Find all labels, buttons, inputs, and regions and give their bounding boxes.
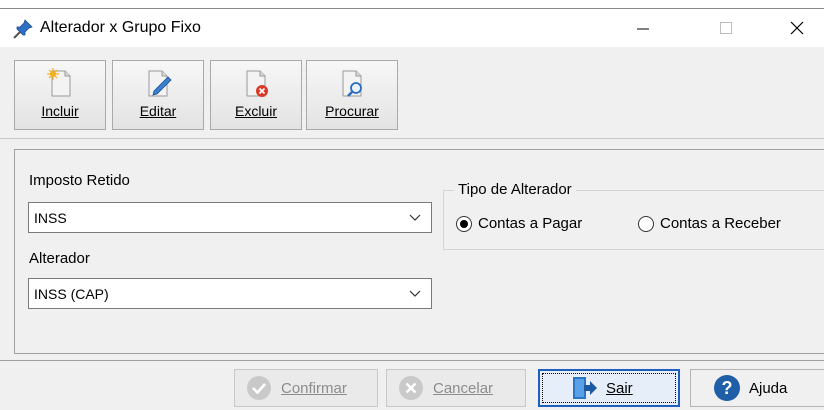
radio-contas-a-pagar-label: Contas a Pagar [478,215,583,232]
minimize-icon [637,28,649,30]
new-document-icon [47,68,71,97]
svg-text:?: ? [722,378,733,398]
window-title: Alterador x Grupo Fixo [40,19,201,36]
excluir-label: Excluir [234,103,277,119]
radio-contas-a-receber-label: Contas a Receber [660,215,781,232]
cancel-circle-icon [399,376,423,400]
tipo-alterador-legend: Tipo de Alterador [454,181,576,198]
check-circle-icon [247,376,271,400]
radio-contas-a-receber[interactable]: Contas a Receber [638,215,781,232]
excluir-button[interactable]: Excluir [210,60,302,130]
title-bar: Alterador x Grupo Fixo [0,9,824,47]
cancelar-label: Cancelar [433,379,494,397]
ajuda-label: Ajuda [749,379,788,397]
alterador-value: INSS (CAP) [34,285,109,302]
radio-contas-a-pagar[interactable]: Contas a Pagar [456,215,582,232]
ajuda-button[interactable]: ? Ajuda [690,369,824,407]
incluir-button[interactable]: Incluir [14,60,106,130]
edit-document-icon [148,70,172,97]
tipo-alterador-group: Tipo de Alterador Contas a Pagar Contas … [443,181,824,250]
confirmar-button[interactable]: Confirmar [234,369,378,407]
close-icon [790,21,804,35]
alterador-select[interactable]: INSS (CAP) [28,278,432,309]
search-document-icon [342,70,362,97]
editar-button[interactable]: Editar [112,60,204,130]
procurar-button[interactable]: Procurar [306,60,398,130]
chevron-down-icon [409,214,421,221]
sair-button[interactable]: Sair [538,369,680,407]
chevron-down-icon [409,290,421,297]
app-window: Alterador x Grupo Fixo Incluir Editar Ex… [0,8,824,410]
help-icon: ? [714,375,740,401]
procurar-label: Procurar [325,103,379,119]
imposto-retido-select[interactable]: INSS [28,202,432,233]
close-button[interactable] [774,9,820,47]
minimize-button[interactable] [620,9,666,47]
incluir-label: Incluir [41,103,79,119]
alterador-label: Alterador [29,250,90,267]
radio-unselected-icon [638,215,654,232]
radio-selected-icon [456,215,472,232]
toolbar: Incluir Editar Excluir Procurar [0,47,824,139]
imposto-retido-label: Imposto Retido [29,172,130,189]
pushpin-icon [13,19,33,39]
maximize-icon [720,22,732,34]
maximize-button[interactable] [703,9,749,47]
confirmar-label: Confirmar [281,379,347,397]
editar-label: Editar [139,103,177,119]
form-panel: Imposto Retido INSS Alterador INSS (CAP)… [14,149,824,354]
cancelar-button[interactable]: Cancelar [386,369,526,407]
delete-document-icon [246,70,268,97]
imposto-retido-value: INSS [34,209,67,226]
action-bar: Confirmar Cancelar Sair ? Ajuda [0,360,824,410]
